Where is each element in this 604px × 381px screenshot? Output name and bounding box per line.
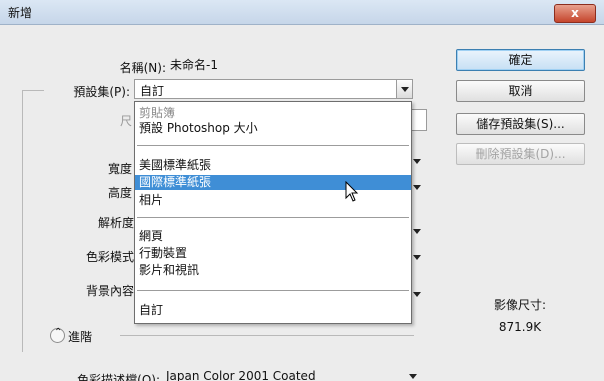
preset-value: 自訂 bbox=[140, 84, 165, 98]
resolution-label: 解析度 bbox=[97, 216, 134, 230]
mouse-cursor-icon bbox=[345, 181, 359, 202]
new-document-dialog: 新增 x 名稱(N): 未命名-1 預設集(P): 自訂 尺 寬度 高度 解析度… bbox=[0, 0, 604, 381]
color-mode-label: 色彩模式 bbox=[85, 250, 134, 264]
cancel-button[interactable]: 取消 bbox=[456, 80, 585, 102]
menu-item-photo[interactable]: 相片 bbox=[135, 193, 411, 208]
advanced-divider bbox=[120, 335, 414, 336]
name-label: 名稱(N): bbox=[119, 61, 166, 75]
menu-separator bbox=[137, 290, 409, 291]
menu-separator bbox=[137, 217, 409, 218]
menu-item-international-paper[interactable]: 國際標準紙張 bbox=[135, 175, 411, 190]
color-profile-select[interactable]: Japan Color 2001 Coated bbox=[166, 367, 413, 381]
menu-item-web[interactable]: 網頁 bbox=[135, 229, 411, 244]
color-profile-value: Japan Color 2001 Coated bbox=[166, 369, 316, 381]
size-label: 尺 bbox=[119, 114, 132, 128]
menu-item-film-video[interactable]: 影片和視訊 bbox=[135, 263, 411, 278]
background-label: 背景內容 bbox=[85, 284, 134, 298]
preset-select[interactable]: 自訂 bbox=[134, 79, 413, 99]
title-bar: 新增 x bbox=[0, 0, 604, 25]
menu-item-mobile[interactable]: 行動裝置 bbox=[135, 246, 411, 261]
preset-dropdown-menu: 剪貼簿 預設 Photoshop 大小 美國標準紙張 國際標準紙張 相片 網頁 … bbox=[134, 101, 412, 324]
delete-preset-button: 刪除預設集(D)... bbox=[456, 143, 585, 165]
image-size-label: 影像尺寸: bbox=[493, 298, 547, 312]
save-preset-button[interactable]: 儲存預設集(S)... bbox=[456, 113, 585, 135]
chevron-up-icon: ⌃ bbox=[54, 327, 63, 338]
chevron-down-icon[interactable] bbox=[412, 222, 422, 240]
dialog-title: 新增 bbox=[8, 6, 33, 20]
preset-group-left-line bbox=[22, 90, 23, 352]
chevron-down-icon[interactable] bbox=[408, 367, 418, 381]
chevron-down-icon[interactable] bbox=[412, 248, 422, 266]
chevron-down-icon[interactable] bbox=[412, 285, 422, 303]
advanced-toggle[interactable]: ⌃ bbox=[50, 327, 65, 343]
menu-separator bbox=[137, 145, 409, 146]
chevron-down-icon[interactable] bbox=[412, 178, 422, 196]
preset-label: 預設集(P): bbox=[73, 85, 130, 99]
menu-item-custom[interactable]: 自訂 bbox=[135, 303, 411, 318]
menu-item-photoshop-default[interactable]: 預設 Photoshop 大小 bbox=[135, 121, 411, 136]
chevron-down-icon[interactable] bbox=[396, 80, 412, 98]
close-button[interactable]: x bbox=[554, 4, 596, 23]
name-field[interactable]: 未命名-1 bbox=[170, 54, 415, 74]
menu-item-us-paper[interactable]: 美國標準紙張 bbox=[135, 158, 411, 173]
height-label: 高度 bbox=[107, 186, 132, 200]
size-field-edge[interactable] bbox=[410, 109, 427, 131]
advanced-label: 進階 bbox=[68, 330, 93, 344]
image-size-value: 871.9K bbox=[498, 320, 542, 334]
width-label: 寬度 bbox=[107, 162, 132, 176]
menu-item-clipboard[interactable]: 剪貼簿 bbox=[135, 106, 411, 121]
ok-button[interactable]: 確定 bbox=[456, 49, 585, 71]
chevron-down-icon[interactable] bbox=[412, 152, 422, 170]
color-profile-label: 色彩描述檔(O): bbox=[77, 373, 160, 381]
